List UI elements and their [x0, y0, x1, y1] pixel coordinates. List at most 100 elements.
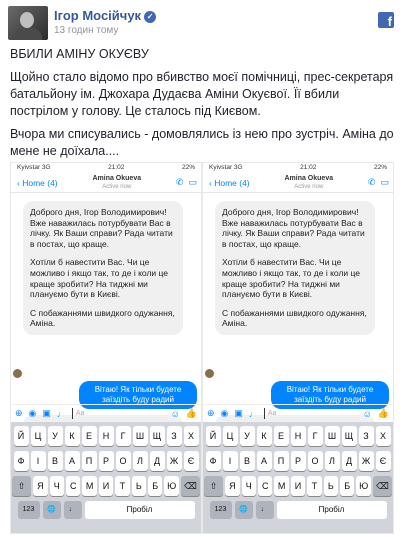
key[interactable]: Й [13, 426, 29, 446]
key[interactable]: Н [98, 426, 114, 446]
globe-icon[interactable]: 🌐 [42, 501, 61, 519]
key[interactable]: Д [149, 451, 165, 471]
key[interactable]: Г [307, 426, 323, 446]
key[interactable]: В [239, 451, 255, 471]
key[interactable]: В [47, 451, 63, 471]
key[interactable]: Ь [131, 476, 147, 496]
mic-icon[interactable]: ♩ [249, 409, 258, 419]
key[interactable]: Т [307, 476, 322, 496]
key[interactable]: Б [148, 476, 163, 496]
shift-key[interactable]: ⇧ [203, 476, 224, 496]
mic-key-icon[interactable]: ♩ [255, 501, 274, 519]
key[interactable]: І [30, 451, 46, 471]
key[interactable]: З [166, 426, 182, 446]
like-icon[interactable]: 👍 [186, 408, 197, 419]
post-timestamp[interactable]: 13 годин тому [54, 25, 118, 36]
key[interactable]: Я [225, 476, 240, 496]
avatar[interactable] [8, 6, 48, 40]
key[interactable]: И [98, 476, 114, 496]
key[interactable]: С [257, 476, 273, 496]
key[interactable]: А [256, 451, 272, 471]
phone-icon[interactable]: ✆ [176, 177, 184, 188]
key[interactable]: М [274, 476, 289, 496]
key[interactable]: Ш [132, 426, 148, 446]
chat-screenshot-left[interactable]: Kyivstar 3G 21:02 22% ‹ Home (4) Amina O… [10, 162, 202, 534]
backspace-key[interactable]: ⌫ [372, 476, 393, 496]
space-key[interactable]: Пробіл [84, 501, 195, 519]
video-icon[interactable]: ▭ [380, 177, 389, 188]
key[interactable]: Д [341, 451, 357, 471]
key[interactable]: Ь [323, 476, 339, 496]
message-input[interactable]: Aa [263, 408, 357, 419]
space-key[interactable]: Пробіл [276, 501, 387, 519]
numbers-key[interactable]: 123 [17, 501, 40, 519]
contact-header[interactable]: Amina Okueva Active now [92, 175, 141, 191]
key[interactable]: Ж [358, 451, 374, 471]
back-button[interactable]: ‹ Home (4) [17, 178, 58, 188]
key[interactable]: Є [183, 451, 199, 471]
globe-icon[interactable]: 🌐 [234, 501, 253, 519]
key[interactable]: Ц [222, 426, 238, 446]
key[interactable]: Е [273, 426, 289, 446]
key[interactable]: Ч [49, 476, 64, 496]
key[interactable]: З [358, 426, 374, 446]
numbers-key[interactable]: 123 [209, 501, 232, 519]
camera-icon[interactable]: ◉ [29, 408, 37, 419]
key[interactable]: П [81, 451, 97, 471]
key[interactable]: К [256, 426, 272, 446]
mic-key-icon[interactable]: ♩ [63, 501, 82, 519]
post-images[interactable]: Kyivstar 3G 21:02 22% ‹ Home (4) Amina O… [10, 162, 394, 534]
phone-icon[interactable]: ✆ [368, 177, 376, 188]
key[interactable]: И [290, 476, 306, 496]
key[interactable]: У [239, 426, 255, 446]
key[interactable]: Т [115, 476, 130, 496]
key[interactable]: Л [132, 451, 148, 471]
author-label[interactable]: Ігор Мосійчук [54, 8, 141, 23]
shift-key[interactable]: ⇧ [11, 476, 32, 496]
key[interactable]: С [65, 476, 81, 496]
key[interactable]: Й [205, 426, 221, 446]
message-input[interactable]: Aa [71, 408, 165, 419]
image-icon[interactable]: ▣ [234, 408, 243, 419]
key[interactable]: П [273, 451, 289, 471]
key[interactable]: Х [183, 426, 199, 446]
key[interactable]: Б [340, 476, 355, 496]
video-icon[interactable]: ▭ [188, 177, 197, 188]
chat-screenshot-right[interactable]: Kyivstar 3G 21:02 22% ‹ Home (4) Amina O… [202, 162, 394, 534]
key[interactable]: Л [324, 451, 340, 471]
key[interactable]: Ц [30, 426, 46, 446]
key[interactable]: М [82, 476, 97, 496]
backspace-key[interactable]: ⌫ [180, 476, 201, 496]
key[interactable]: Н [290, 426, 306, 446]
camera-icon[interactable]: ◉ [221, 408, 229, 419]
key[interactable]: Е [81, 426, 97, 446]
image-icon[interactable]: ▣ [42, 408, 51, 419]
author-name[interactable]: Ігор Мосійчук ✓ [54, 8, 157, 23]
key[interactable]: Ю [164, 476, 179, 496]
key[interactable]: Щ [341, 426, 357, 446]
key[interactable]: А [64, 451, 80, 471]
emoji-icon[interactable]: ☺ [363, 409, 372, 419]
key[interactable]: К [64, 426, 80, 446]
plus-icon[interactable]: ⊕ [207, 408, 215, 419]
key[interactable]: Ч [241, 476, 256, 496]
key[interactable]: Я [33, 476, 48, 496]
key[interactable]: У [47, 426, 63, 446]
key[interactable]: Щ [149, 426, 165, 446]
key[interactable]: Р [98, 451, 114, 471]
key[interactable]: Ж [166, 451, 182, 471]
key[interactable]: Є [375, 451, 391, 471]
key[interactable]: І [222, 451, 238, 471]
plus-icon[interactable]: ⊕ [15, 408, 23, 419]
key[interactable]: Ш [324, 426, 340, 446]
key[interactable]: Ф [13, 451, 29, 471]
key[interactable]: О [307, 451, 323, 471]
key[interactable]: Р [290, 451, 306, 471]
emoji-icon[interactable]: ☺ [171, 409, 180, 419]
key[interactable]: Ю [356, 476, 371, 496]
key[interactable]: Г [115, 426, 131, 446]
like-icon[interactable]: 👍 [378, 408, 389, 419]
key[interactable]: О [115, 451, 131, 471]
key[interactable]: Ф [205, 451, 221, 471]
back-button[interactable]: ‹ Home (4) [209, 178, 250, 188]
